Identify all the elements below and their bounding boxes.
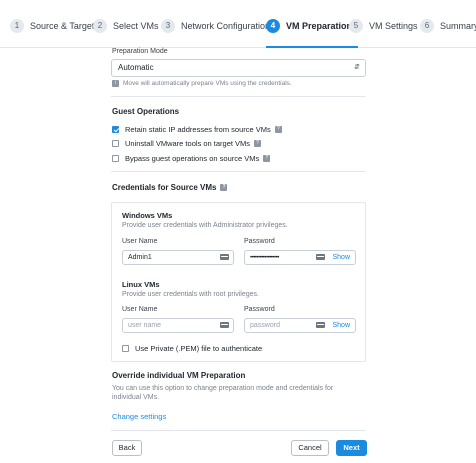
info-icon[interactable]: ? xyxy=(263,154,271,162)
up-down-caret-icon: ⇵ xyxy=(354,64,360,71)
step-select-vms[interactable]: 2 Select VMs xyxy=(93,18,159,34)
linux-vms-desc: Provide user credentials with root privi… xyxy=(122,291,259,298)
wizard-stepper: 1 Source & Target 2 Select VMs 3 Network… xyxy=(0,0,476,48)
preparation-mode-select[interactable]: Automatic ⇵ xyxy=(111,59,366,77)
bypass-guest-operations-checkbox[interactable] xyxy=(112,154,119,162)
step-source-target[interactable]: 1 Source & Target xyxy=(10,18,94,34)
back-button[interactable]: Back xyxy=(112,440,142,456)
credentials-title-row: Credentials for Source VMs ? xyxy=(112,183,228,192)
windows-password-input[interactable]: •••••••••••••••••• Show xyxy=(244,250,356,265)
input-placeholder: user name xyxy=(128,322,162,329)
input-value: •••••••••••••••••• xyxy=(250,255,279,261)
key-icon[interactable] xyxy=(316,322,325,328)
linux-password-label: Password xyxy=(244,306,275,313)
show-password-link[interactable]: Show xyxy=(332,319,350,332)
uninstall-vmware-tools-option[interactable]: Uninstall VMware tools on target VMs ? xyxy=(112,138,262,148)
step-label: Network Configuration xyxy=(181,21,271,31)
footer-divider xyxy=(111,430,366,431)
option-label: Bypass guest operations on source VMs xyxy=(125,153,260,163)
windows-username-label: User Name xyxy=(122,238,158,245)
uninstall-vmware-tools-checkbox[interactable] xyxy=(112,139,119,147)
windows-username-input[interactable]: Admin1 xyxy=(122,250,234,265)
step-summary[interactable]: 6 Summary xyxy=(420,18,476,34)
step-number: 4 xyxy=(266,19,280,33)
section-divider xyxy=(111,171,366,172)
section-divider xyxy=(111,96,366,97)
option-label: Retain static IP addresses from source V… xyxy=(125,124,271,134)
override-desc-line: You can use this option to change prepar… xyxy=(112,385,334,392)
option-label: Uninstall VMware tools on target VMs xyxy=(125,138,251,148)
input-value: Admin1 xyxy=(128,254,152,261)
info-icon: i xyxy=(112,80,119,87)
guest-operations-title: Guest Operations xyxy=(112,107,180,116)
hint-text: Move will automatically prepare VMs usin… xyxy=(123,80,292,87)
bypass-guest-operations-option[interactable]: Bypass guest operations on source VMs ? xyxy=(112,153,271,163)
step-label: VM Settings xyxy=(369,21,418,31)
linux-password-input[interactable]: password Show xyxy=(244,318,356,333)
use-pem-file-checkbox[interactable] xyxy=(122,344,129,352)
key-icon[interactable] xyxy=(316,254,325,260)
windows-vms-title: Windows VMs xyxy=(122,211,173,220)
key-icon[interactable] xyxy=(220,254,229,260)
step-vm-preparation[interactable]: 4 VM Preparation xyxy=(266,18,359,48)
step-label: Select VMs xyxy=(113,21,159,31)
show-password-link[interactable]: Show xyxy=(332,251,350,264)
step-vm-settings[interactable]: 5 VM Settings xyxy=(349,18,418,34)
preparation-mode-value: Automatic xyxy=(118,63,154,72)
step-number: 3 xyxy=(161,19,175,33)
preparation-mode-label: Preparation Mode xyxy=(112,48,168,55)
override-desc: You can use this option to change prepar… xyxy=(112,384,333,402)
info-icon[interactable]: ? xyxy=(220,184,228,191)
linux-username-label: User Name xyxy=(122,306,158,313)
info-icon[interactable]: ? xyxy=(254,139,262,147)
input-placeholder: password xyxy=(250,322,280,329)
use-pem-file-option[interactable]: Use Private (.PEM) file to authenticate xyxy=(122,343,262,353)
retain-static-ip-option[interactable]: Retain static IP addresses from source V… xyxy=(112,124,282,134)
linux-vms-title: Linux VMs xyxy=(122,280,160,289)
step-number: 1 xyxy=(10,19,24,33)
retain-static-ip-checkbox[interactable] xyxy=(112,125,119,133)
step-label: Summary xyxy=(440,21,476,31)
override-title: Override individual VM Preparation xyxy=(112,371,246,380)
step-label: Source & Target xyxy=(30,21,95,31)
info-icon[interactable]: ? xyxy=(274,125,282,133)
preparation-mode-hint: i Move will automatically prepare VMs us… xyxy=(112,80,292,87)
step-number: 6 xyxy=(420,19,434,33)
key-icon[interactable] xyxy=(220,322,229,328)
windows-vms-desc: Provide user credentials with Administra… xyxy=(122,222,288,229)
override-desc-line: individual VMs. xyxy=(112,394,160,401)
linux-username-input[interactable]: user name xyxy=(122,318,234,333)
step-label: VM Preparation xyxy=(286,21,353,31)
option-label: Use Private (.PEM) file to authenticate xyxy=(135,343,263,353)
next-button[interactable]: Next xyxy=(336,440,367,456)
step-network-configuration[interactable]: 3 Network Configuration xyxy=(161,18,270,34)
step-number: 2 xyxy=(93,19,107,33)
step-number: 5 xyxy=(349,19,363,33)
windows-password-label: Password xyxy=(244,238,275,245)
change-settings-link[interactable]: Change settings xyxy=(112,412,166,421)
cancel-button[interactable]: Cancel xyxy=(291,440,329,456)
credentials-title: Credentials for Source VMs xyxy=(112,183,217,192)
